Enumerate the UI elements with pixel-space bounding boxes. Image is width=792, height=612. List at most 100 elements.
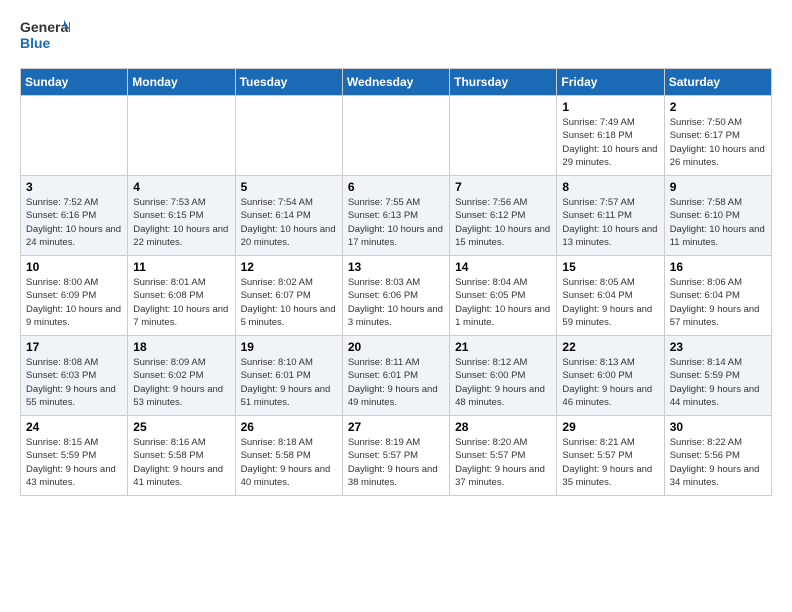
header-cell: Friday xyxy=(557,69,664,96)
calendar-cell xyxy=(342,96,449,176)
calendar-cell: 28 Sunrise: 8:20 AM Sunset: 5:57 PM Dayli… xyxy=(450,416,557,496)
day-number: 18 xyxy=(133,340,229,354)
day-info: Sunrise: 8:20 AM Sunset: 5:57 PM Dayligh… xyxy=(455,436,551,489)
day-number: 19 xyxy=(241,340,337,354)
calendar-header: SundayMondayTuesdayWednesdayThursdayFrid… xyxy=(21,69,772,96)
day-info: Sunrise: 8:14 AM Sunset: 5:59 PM Dayligh… xyxy=(670,356,766,409)
day-info: Sunrise: 8:22 AM Sunset: 5:56 PM Dayligh… xyxy=(670,436,766,489)
day-info: Sunrise: 8:15 AM Sunset: 5:59 PM Dayligh… xyxy=(26,436,122,489)
svg-text:General: General xyxy=(20,19,70,35)
day-number: 16 xyxy=(670,260,766,274)
day-number: 6 xyxy=(348,180,444,194)
calendar-cell: 14 Sunrise: 8:04 AM Sunset: 6:05 PM Dayli… xyxy=(450,256,557,336)
day-info: Sunrise: 8:21 AM Sunset: 5:57 PM Dayligh… xyxy=(562,436,658,489)
day-info: Sunrise: 7:55 AM Sunset: 6:13 PM Dayligh… xyxy=(348,196,444,249)
day-info: Sunrise: 8:13 AM Sunset: 6:00 PM Dayligh… xyxy=(562,356,658,409)
calendar-cell: 5Sunrise: 7:54 AM Sunset: 6:14 PM Daylig… xyxy=(235,176,342,256)
day-info: Sunrise: 8:09 AM Sunset: 6:02 PM Dayligh… xyxy=(133,356,229,409)
calendar-cell: 15 Sunrise: 8:05 AM Sunset: 6:04 PM Dayli… xyxy=(557,256,664,336)
calendar-cell: 11 Sunrise: 8:01 AM Sunset: 6:08 PM Dayli… xyxy=(128,256,235,336)
header-cell: Saturday xyxy=(664,69,771,96)
day-number: 22 xyxy=(562,340,658,354)
calendar-row: 17Sunrise: 8:08 AM Sunset: 6:03 PM Dayli… xyxy=(21,336,772,416)
calendar-cell xyxy=(235,96,342,176)
calendar-row: 3Sunrise: 7:52 AM Sunset: 6:16 PM Daylig… xyxy=(21,176,772,256)
calendar-body: 1 Sunrise: 7:49 AM Sunset: 6:18 PM Daylig… xyxy=(21,96,772,496)
calendar-cell: 7 Sunrise: 7:56 AM Sunset: 6:12 PM Daylig… xyxy=(450,176,557,256)
calendar-row: 10 Sunrise: 8:00 AM Sunset: 6:09 PM Dayli… xyxy=(21,256,772,336)
calendar-cell: 19Sunrise: 8:10 AM Sunset: 6:01 PM Dayli… xyxy=(235,336,342,416)
day-number: 30 xyxy=(670,420,766,434)
header-cell: Sunday xyxy=(21,69,128,96)
calendar-cell: 20 Sunrise: 8:11 AM Sunset: 6:01 PM Dayli… xyxy=(342,336,449,416)
day-info: Sunrise: 7:50 AM Sunset: 6:17 PM Dayligh… xyxy=(670,116,766,169)
calendar-cell xyxy=(450,96,557,176)
calendar-cell: 29 Sunrise: 8:21 AM Sunset: 5:57 PM Dayli… xyxy=(557,416,664,496)
calendar-cell: 1 Sunrise: 7:49 AM Sunset: 6:18 PM Daylig… xyxy=(557,96,664,176)
logo: General Blue xyxy=(20,16,70,60)
day-number: 15 xyxy=(562,260,658,274)
calendar-cell: 4 Sunrise: 7:53 AM Sunset: 6:15 PM Daylig… xyxy=(128,176,235,256)
day-number: 9 xyxy=(670,180,766,194)
calendar-cell xyxy=(128,96,235,176)
calendar-row: 1 Sunrise: 7:49 AM Sunset: 6:18 PM Daylig… xyxy=(21,96,772,176)
day-number: 12 xyxy=(241,260,337,274)
calendar-cell: 30 Sunrise: 8:22 AM Sunset: 5:56 PM Dayli… xyxy=(664,416,771,496)
calendar-cell: 10 Sunrise: 8:00 AM Sunset: 6:09 PM Dayli… xyxy=(21,256,128,336)
day-number: 28 xyxy=(455,420,551,434)
calendar-cell: 26 Sunrise: 8:18 AM Sunset: 5:58 PM Dayli… xyxy=(235,416,342,496)
day-info: Sunrise: 8:19 AM Sunset: 5:57 PM Dayligh… xyxy=(348,436,444,489)
calendar-cell: 24Sunrise: 8:15 AM Sunset: 5:59 PM Dayli… xyxy=(21,416,128,496)
calendar-cell: 27 Sunrise: 8:19 AM Sunset: 5:57 PM Dayli… xyxy=(342,416,449,496)
calendar-cell: 18 Sunrise: 8:09 AM Sunset: 6:02 PM Dayli… xyxy=(128,336,235,416)
calendar-cell: 21 Sunrise: 8:12 AM Sunset: 6:00 PM Dayli… xyxy=(450,336,557,416)
day-info: Sunrise: 7:53 AM Sunset: 6:15 PM Dayligh… xyxy=(133,196,229,249)
calendar-cell: 6 Sunrise: 7:55 AM Sunset: 6:13 PM Daylig… xyxy=(342,176,449,256)
day-number: 17 xyxy=(26,340,122,354)
day-number: 7 xyxy=(455,180,551,194)
day-info: Sunrise: 8:05 AM Sunset: 6:04 PM Dayligh… xyxy=(562,276,658,329)
calendar-cell: 8Sunrise: 7:57 AM Sunset: 6:11 PM Daylig… xyxy=(557,176,664,256)
calendar-cell: 12 Sunrise: 8:02 AM Sunset: 6:07 PM Dayli… xyxy=(235,256,342,336)
day-info: Sunrise: 8:02 AM Sunset: 6:07 PM Dayligh… xyxy=(241,276,337,329)
day-info: Sunrise: 8:12 AM Sunset: 6:00 PM Dayligh… xyxy=(455,356,551,409)
day-info: Sunrise: 8:04 AM Sunset: 6:05 PM Dayligh… xyxy=(455,276,551,329)
calendar-table: SundayMondayTuesdayWednesdayThursdayFrid… xyxy=(20,68,772,496)
calendar-cell: 22 Sunrise: 8:13 AM Sunset: 6:00 PM Dayli… xyxy=(557,336,664,416)
header-row: SundayMondayTuesdayWednesdayThursdayFrid… xyxy=(21,69,772,96)
day-info: Sunrise: 8:06 AM Sunset: 6:04 PM Dayligh… xyxy=(670,276,766,329)
day-info: Sunrise: 8:01 AM Sunset: 6:08 PM Dayligh… xyxy=(133,276,229,329)
day-info: Sunrise: 8:11 AM Sunset: 6:01 PM Dayligh… xyxy=(348,356,444,409)
day-number: 3 xyxy=(26,180,122,194)
calendar-cell: 17Sunrise: 8:08 AM Sunset: 6:03 PM Dayli… xyxy=(21,336,128,416)
svg-text:Blue: Blue xyxy=(20,35,51,51)
day-info: Sunrise: 8:00 AM Sunset: 6:09 PM Dayligh… xyxy=(26,276,122,329)
header-cell: Monday xyxy=(128,69,235,96)
header-cell: Thursday xyxy=(450,69,557,96)
day-number: 29 xyxy=(562,420,658,434)
day-info: Sunrise: 8:18 AM Sunset: 5:58 PM Dayligh… xyxy=(241,436,337,489)
day-number: 23 xyxy=(670,340,766,354)
header-cell: Wednesday xyxy=(342,69,449,96)
day-number: 1 xyxy=(562,100,658,114)
calendar-cell: 16 Sunrise: 8:06 AM Sunset: 6:04 PM Dayli… xyxy=(664,256,771,336)
calendar-cell: 2Sunrise: 7:50 AM Sunset: 6:17 PM Daylig… xyxy=(664,96,771,176)
day-info: Sunrise: 7:57 AM Sunset: 6:11 PM Dayligh… xyxy=(562,196,658,249)
day-number: 10 xyxy=(26,260,122,274)
day-info: Sunrise: 8:03 AM Sunset: 6:06 PM Dayligh… xyxy=(348,276,444,329)
header: General Blue xyxy=(20,16,772,60)
day-number: 27 xyxy=(348,420,444,434)
logo-svg: General Blue xyxy=(20,16,70,60)
calendar-cell: 3Sunrise: 7:52 AM Sunset: 6:16 PM Daylig… xyxy=(21,176,128,256)
calendar-cell: 13Sunrise: 8:03 AM Sunset: 6:06 PM Dayli… xyxy=(342,256,449,336)
calendar-cell: 23 Sunrise: 8:14 AM Sunset: 5:59 PM Dayli… xyxy=(664,336,771,416)
day-number: 11 xyxy=(133,260,229,274)
day-number: 26 xyxy=(241,420,337,434)
day-info: Sunrise: 7:49 AM Sunset: 6:18 PM Dayligh… xyxy=(562,116,658,169)
day-info: Sunrise: 7:56 AM Sunset: 6:12 PM Dayligh… xyxy=(455,196,551,249)
day-number: 20 xyxy=(348,340,444,354)
day-number: 4 xyxy=(133,180,229,194)
calendar-row: 24Sunrise: 8:15 AM Sunset: 5:59 PM Dayli… xyxy=(21,416,772,496)
day-number: 21 xyxy=(455,340,551,354)
day-number: 14 xyxy=(455,260,551,274)
